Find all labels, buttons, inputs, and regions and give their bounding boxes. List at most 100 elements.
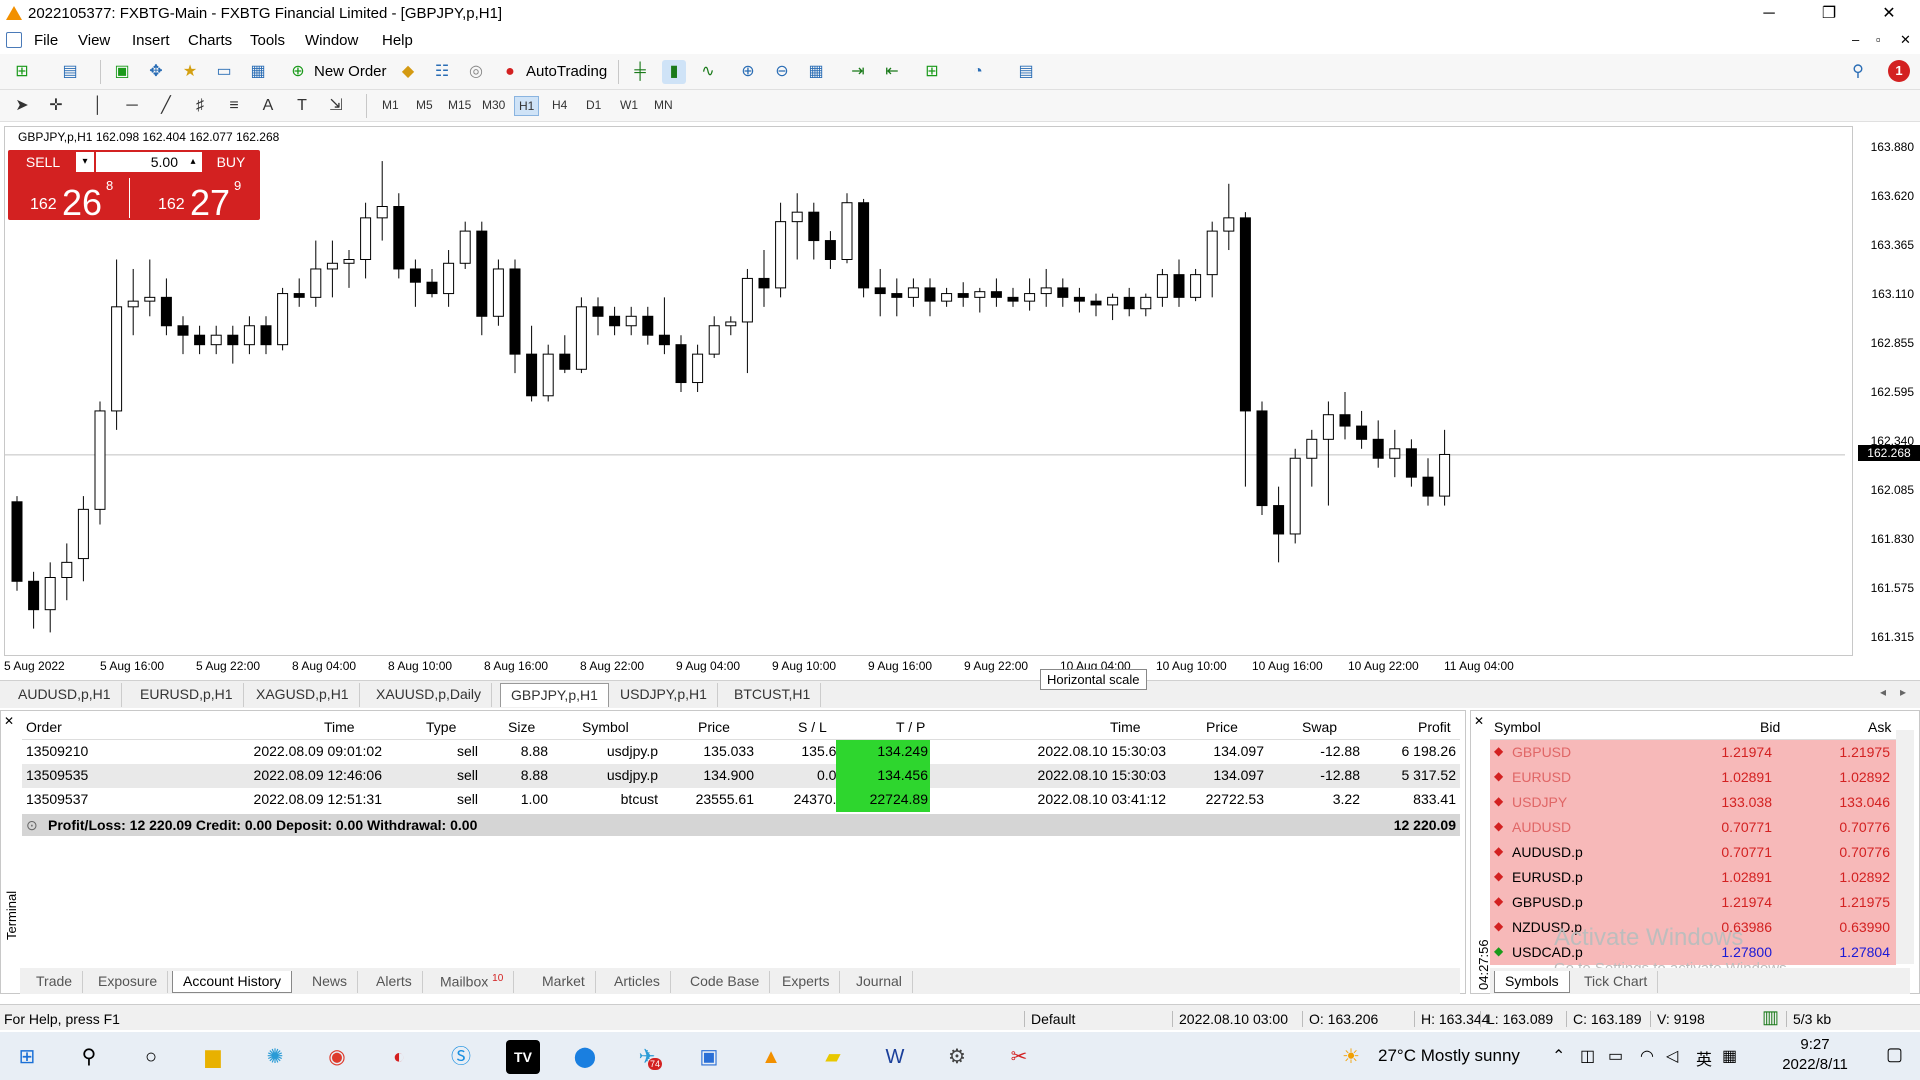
col-mw-bid[interactable]: Bid bbox=[1760, 719, 1780, 735]
lot-increase-button[interactable]: ▴ bbox=[184, 152, 202, 172]
tile-windows-icon[interactable]: ▦ bbox=[804, 60, 828, 84]
minimize-button[interactable]: ─ bbox=[1746, 0, 1792, 28]
child-restore-button[interactable]: ▫ bbox=[1876, 32, 1881, 47]
tab-xauusd[interactable]: XAUUSD,p,Daily bbox=[366, 683, 493, 707]
market-row[interactable]: ◆ USDJPY 133.038 133.046 bbox=[1490, 790, 1896, 815]
table-row[interactable]: 13509210 2022.08.09 09:01:02 sell 8.88 u… bbox=[22, 740, 1460, 764]
settings-icon[interactable]: ⚙ bbox=[940, 1040, 974, 1074]
menu-window[interactable]: Window bbox=[305, 32, 358, 49]
child-close-button[interactable]: ✕ bbox=[1900, 32, 1911, 48]
tray-volume-icon[interactable]: ◁ bbox=[1666, 1046, 1678, 1066]
trendline-icon[interactable]: ╱ bbox=[154, 94, 178, 118]
timeframe-m30[interactable]: M30 bbox=[478, 96, 509, 114]
market-row[interactable]: ◆ GBPUSD.p 1.21974 1.21975 bbox=[1490, 890, 1896, 915]
tab-alerts[interactable]: Alerts bbox=[366, 971, 423, 993]
tab-trade[interactable]: Trade bbox=[26, 971, 84, 993]
tabs-scroll-left[interactable]: ◂ bbox=[1880, 685, 1886, 699]
word-app-icon[interactable]: W bbox=[878, 1040, 912, 1074]
tradingview-icon[interactable]: TV bbox=[506, 1040, 540, 1074]
arrows-icon[interactable]: ⇲ bbox=[324, 94, 348, 118]
market-watch-close-icon[interactable]: ✕ bbox=[1474, 714, 1484, 728]
market-row[interactable]: ◆ GBPUSD 1.21974 1.21975 bbox=[1490, 740, 1896, 765]
tray-ime-icon[interactable]: ▦ bbox=[1722, 1046, 1737, 1066]
close-button[interactable]: ✕ bbox=[1866, 0, 1912, 28]
chart-shift-icon[interactable]: ⇤ bbox=[880, 60, 904, 84]
price-chart[interactable] bbox=[4, 126, 1853, 656]
tab-code-base[interactable]: Code Base bbox=[680, 971, 771, 993]
market-watch-icon[interactable]: ▣ bbox=[110, 60, 134, 84]
col-sl[interactable]: S / L bbox=[798, 719, 827, 735]
clock-date[interactable]: 2022/8/11 bbox=[1770, 1056, 1860, 1073]
autotrading-button[interactable]: AutoTrading bbox=[526, 63, 607, 80]
profiles-icon[interactable]: ▤ bbox=[58, 60, 82, 84]
lot-size-input[interactable]: 5.00 bbox=[96, 152, 184, 172]
cursor-icon[interactable]: ➤ bbox=[10, 94, 34, 118]
zoom-in-icon[interactable]: ⊕ bbox=[736, 60, 760, 84]
crosshair-icon[interactable]: ✛ bbox=[44, 94, 68, 118]
tab-news[interactable]: News bbox=[302, 971, 359, 993]
timeframe-h1[interactable]: H1 bbox=[514, 96, 540, 116]
buy-button[interactable]: BUY bbox=[204, 152, 258, 172]
messenger-icon[interactable]: ⬤ bbox=[568, 1040, 602, 1074]
start-icon[interactable]: ⊞ bbox=[10, 1040, 44, 1074]
col-swap[interactable]: Swap bbox=[1302, 719, 1337, 735]
col-mw-ask[interactable]: Ask bbox=[1868, 719, 1891, 735]
col-price[interactable]: Price bbox=[698, 719, 730, 735]
weather-text[interactable]: 27°C Mostly sunny bbox=[1378, 1046, 1520, 1066]
menu-charts[interactable]: Charts bbox=[188, 32, 232, 49]
menu-help[interactable]: Help bbox=[382, 32, 413, 49]
tab-account-history[interactable]: Account History bbox=[172, 971, 293, 993]
templates-icon[interactable]: ▤ bbox=[1014, 60, 1038, 84]
skype-icon[interactable]: Ⓢ bbox=[444, 1040, 478, 1074]
tab-tick-chart[interactable]: Tick Chart bbox=[1574, 971, 1659, 993]
terminal-icon[interactable]: ▭ bbox=[212, 60, 236, 84]
strategy-tester-icon[interactable]: ▦ bbox=[246, 60, 270, 84]
autotrading-icon[interactable]: ● bbox=[498, 60, 522, 84]
table-row[interactable]: 13509537 2022.08.09 12:51:31 sell 1.00 b… bbox=[22, 788, 1460, 812]
tab-articles[interactable]: Articles bbox=[604, 971, 671, 993]
fibonacci-icon[interactable]: ≡ bbox=[222, 94, 246, 118]
tabs-scroll-right[interactable]: ▸ bbox=[1900, 685, 1906, 699]
col-mw-symbol[interactable]: Symbol bbox=[1494, 719, 1541, 735]
tray-language[interactable]: 英 bbox=[1696, 1046, 1712, 1070]
tab-btcust[interactable]: BTCUST,H1 bbox=[724, 683, 822, 707]
maximize-button[interactable]: ❐ bbox=[1806, 0, 1852, 28]
metaeditor-icon[interactable]: ◆ bbox=[396, 60, 420, 84]
menu-view[interactable]: View bbox=[78, 32, 110, 49]
telegram-icon[interactable]: ✈ 74 bbox=[630, 1040, 664, 1074]
col-tp[interactable]: T / P bbox=[896, 719, 925, 735]
notifications-icon[interactable]: ▢ bbox=[1886, 1044, 1903, 1065]
col-profit[interactable]: Profit bbox=[1418, 719, 1451, 735]
timeframe-mn[interactable]: MN bbox=[650, 96, 677, 114]
search-taskbar-icon[interactable]: ⚲ bbox=[72, 1040, 106, 1074]
snipping-tool-icon[interactable]: ✂ bbox=[1002, 1040, 1036, 1074]
col-close-time[interactable]: Time bbox=[1110, 719, 1141, 735]
tab-experts[interactable]: Experts bbox=[772, 971, 841, 993]
child-window-icon[interactable] bbox=[6, 32, 22, 48]
terminal-close-icon[interactable]: ✕ bbox=[4, 714, 14, 728]
table-row[interactable]: 13509535 2022.08.09 12:46:06 sell 8.88 u… bbox=[22, 764, 1460, 788]
menu-insert[interactable]: Insert bbox=[132, 32, 170, 49]
col-order[interactable]: Order bbox=[26, 719, 62, 735]
notification-badge[interactable]: 1 bbox=[1888, 60, 1910, 82]
tab-mailbox[interactable]: Mailbox 10 bbox=[430, 971, 515, 993]
vertical-line-icon[interactable]: │ bbox=[86, 94, 110, 118]
timeframe-m5[interactable]: M5 bbox=[412, 96, 437, 114]
text-label-icon[interactable]: T bbox=[290, 94, 314, 118]
timeframe-m1[interactable]: M1 bbox=[378, 96, 403, 114]
col-symbol[interactable]: Symbol bbox=[582, 719, 629, 735]
line-chart-icon[interactable]: ∿ bbox=[696, 60, 720, 84]
new-order-icon[interactable]: ⊕ bbox=[286, 60, 310, 84]
tray-network-icon[interactable]: ◫ bbox=[1580, 1046, 1595, 1066]
cortana-icon[interactable]: ○ bbox=[134, 1040, 168, 1074]
market-row[interactable]: ◆ AUDUSD 0.70771 0.70776 bbox=[1490, 815, 1896, 840]
tab-xagusd[interactable]: XAGUSD,p,H1 bbox=[246, 683, 360, 707]
sell-price-button[interactable]: 162 26 8 bbox=[10, 178, 130, 223]
vps-icon[interactable]: ◎ bbox=[464, 60, 488, 84]
channel-icon[interactable]: ♯ bbox=[188, 94, 212, 118]
new-chart-icon[interactable]: ⊞ bbox=[10, 60, 34, 84]
market-row[interactable]: ◆ AUDUSD.p 0.70771 0.70776 bbox=[1490, 840, 1896, 865]
tray-battery-icon[interactable]: ▭ bbox=[1608, 1046, 1623, 1066]
child-minimize-button[interactable]: – bbox=[1852, 32, 1859, 47]
tab-market[interactable]: Market bbox=[532, 971, 596, 993]
